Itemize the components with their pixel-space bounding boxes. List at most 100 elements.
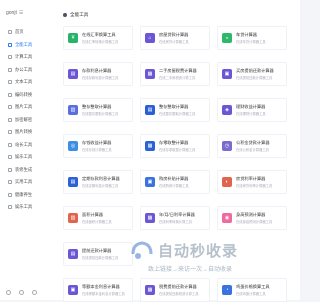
tool-title: 税费提前还款计算器 bbox=[159, 284, 197, 289]
tool-icon: ▤ bbox=[68, 69, 78, 79]
tool-icon: ◔ bbox=[222, 285, 232, 295]
tool-description: 在线整存整取计算器工具 bbox=[82, 112, 119, 116]
tool-description: 在线身高预测计算器工具 bbox=[236, 220, 273, 224]
sidebar-item-label: 装修生成 bbox=[15, 166, 33, 172]
tool-title: 存款利息计算器 bbox=[82, 68, 112, 73]
sidebar-item[interactable]: 办公工具 bbox=[0, 64, 50, 77]
logo[interactable]: gonjt ☰ bbox=[6, 10, 23, 16]
nav-icon bbox=[8, 180, 12, 185]
tool-description: 在线房贷利率计算器工具 bbox=[236, 184, 273, 188]
tool-title: 房贷利率计算器 bbox=[236, 176, 266, 181]
tool-card[interactable]: ◈ 理财收益计算器 在线理财计算器工具 bbox=[217, 98, 287, 122]
tool-description: 在线等额本金利息计算器工具 bbox=[82, 292, 125, 296]
sidebar-item-label: 图片工具 bbox=[15, 104, 33, 110]
sidebar-item[interactable]: 站长工具 bbox=[0, 139, 50, 152]
nav-icon bbox=[8, 42, 12, 47]
tool-icon: ▥ bbox=[68, 105, 78, 115]
tool-card[interactable]: ▤ 定期存款利息计算器 在线定期利息计算器工具 bbox=[63, 170, 133, 194]
watermark-subtitle: 致上链接→来访一次→自动收录 bbox=[148, 267, 233, 273]
tool-description: 在线提前还款税费计算工具 bbox=[159, 292, 199, 296]
sidebar-item-label: 健康养生 bbox=[15, 191, 33, 197]
tool-description: 在线公积金计算器工具 bbox=[236, 148, 269, 152]
tool-icon: ▣ bbox=[145, 177, 155, 187]
tool-card[interactable]: ▣ 等额本金利息计算器 在线等额本金利息计算器工具 bbox=[63, 278, 133, 302]
sidebar-item-label: 娱乐工具 bbox=[15, 154, 33, 160]
tool-card[interactable]: ▦ 税费提前还款计算器 在线提前还款税费计算工具 bbox=[140, 278, 210, 302]
tool-card[interactable]: ◐ 房贷利率计算器 在线房贷利率计算器工具 bbox=[217, 170, 287, 194]
tool-title: 定期存款利息计算器 bbox=[82, 176, 120, 181]
nav-icon bbox=[8, 155, 12, 160]
tool-card[interactable]: ◎ 存钱收益计算器 在线存钱计算器工具 bbox=[63, 134, 133, 158]
tool-title: 买房提前还款计算器 bbox=[236, 68, 274, 73]
watermark-title: 自动秒收录 bbox=[158, 243, 239, 260]
tool-title: 整存整取计算器 bbox=[159, 104, 189, 109]
nav-icon bbox=[8, 205, 12, 210]
tool-icon: ¥ bbox=[68, 33, 78, 43]
sidebar-item[interactable]: 首页 bbox=[0, 26, 50, 39]
sidebar-footer bbox=[6, 290, 37, 295]
tool-icon: ▦ bbox=[145, 285, 155, 295]
sidebar-item-label: 计算工具 bbox=[15, 54, 33, 60]
sidebar-item[interactable]: 娱乐工具 bbox=[0, 151, 50, 164]
sidebar-item-label: 站长工具 bbox=[15, 141, 33, 147]
watermark: 自动秒收录 致上链接→来访一次→自动收录 bbox=[130, 240, 290, 280]
tool-description: 在线车贷计算器工具 bbox=[236, 40, 266, 44]
tool-title: 公积金贷款计算器 bbox=[236, 140, 270, 145]
nav-icon bbox=[8, 192, 12, 197]
sidebar-item-label: 办公工具 bbox=[15, 66, 33, 72]
sidebar-item[interactable]: 文本工具 bbox=[0, 76, 50, 89]
tool-card[interactable]: ▦ 存零取整计算器 在线存零取整计算器工具 bbox=[140, 134, 210, 158]
tool-card[interactable]: ▤ 整存整取计算器 在线整存整取计算器工具 bbox=[140, 98, 210, 122]
tool-icon: ▦ bbox=[145, 69, 155, 79]
sidebar-item-label: 实用工具 bbox=[15, 179, 33, 185]
tool-card[interactable]: ▤ 提前还款计算器 在线提前还款计算器工具 bbox=[63, 242, 133, 266]
tool-icon: ▣ bbox=[68, 285, 78, 295]
sidebar-item[interactable]: 全能工具 bbox=[0, 39, 50, 52]
tool-title: 鸡蛋价格换算工具 bbox=[236, 284, 270, 289]
sidebar-item[interactable]: 健康养生 bbox=[0, 189, 50, 202]
sidebar-item-label: 首页 bbox=[15, 29, 24, 35]
tool-title: 房屋贷款计算器 bbox=[159, 32, 189, 37]
tool-card[interactable]: ◔ 鸡蛋价格换算工具 在线鸡蛋计算器工具 bbox=[217, 278, 287, 302]
tool-title: 提前还款计算器 bbox=[82, 248, 112, 253]
tool-card[interactable]: ◒ 车贷计算器 在线车贷计算器工具 bbox=[217, 26, 287, 50]
tool-card[interactable]: ▥ 整存整取计算器 在线整存整取计算器工具 bbox=[63, 98, 133, 122]
sidebar-item[interactable]: 计算工具 bbox=[0, 51, 50, 64]
tool-card[interactable]: ⌂ 房屋贷款计算器 在线房贷计算器工具 bbox=[140, 26, 210, 50]
theme-icon[interactable] bbox=[19, 290, 24, 295]
sidebar-item[interactable]: 图片工具 bbox=[0, 101, 50, 114]
settings-icon[interactable] bbox=[6, 290, 11, 295]
tool-icon: ◉ bbox=[222, 213, 232, 223]
sidebar-item[interactable]: 娱乐工具 bbox=[0, 201, 50, 214]
tool-card[interactable]: ¥ 在线汇率换算工具 在线汇率转换计算器工具 bbox=[63, 26, 133, 50]
tool-description: 在线提前还款计算器工具 bbox=[236, 76, 273, 80]
sidebar: gonjt ☰ 首页全能工具计算工具办公工具文本工具编码转换图片工具加密解密 图片… bbox=[0, 0, 51, 300]
tool-card[interactable]: ▥ 面积计算器 在线面积计算器工具 bbox=[63, 206, 133, 230]
tool-icon: ◷ bbox=[222, 141, 232, 151]
sidebar-item[interactable]: 编码转换 bbox=[0, 89, 50, 102]
sidebar-item-label: 编码转换 bbox=[15, 91, 33, 97]
nav-icon bbox=[8, 55, 12, 60]
tool-icon: ▦ bbox=[145, 213, 155, 223]
menu-icon[interactable]: ☰ bbox=[19, 10, 23, 16]
tool-card[interactable]: ▦ 二手房屋税费计算器 在线二手房税费计算工具 bbox=[140, 62, 210, 86]
tool-card[interactable]: ◷ 公积金贷款计算器 在线公积金计算器工具 bbox=[217, 134, 287, 158]
tool-card[interactable]: ▦ 年/月/日利率计算器 在线利率转换计算工具 bbox=[140, 206, 210, 230]
tool-title: 购房补贴计算器 bbox=[159, 176, 189, 181]
tool-card[interactable]: ▣ 购房补贴计算器 在线购房计算器工具 bbox=[140, 170, 210, 194]
tool-icon: ▤ bbox=[145, 105, 155, 115]
tool-card[interactable]: ▤ 存款利息计算器 在线存款利息计算器工具 bbox=[63, 62, 133, 86]
sidebar-item[interactable]: 加密解密 bbox=[0, 114, 50, 127]
sidebar-nav: 首页全能工具计算工具办公工具文本工具编码转换图片工具加密解密 图片转换站长工具娱乐… bbox=[0, 26, 50, 214]
user-icon[interactable] bbox=[32, 290, 37, 295]
tool-description: 在线鸡蛋计算器工具 bbox=[236, 292, 266, 296]
section-title: 全能工具 bbox=[70, 12, 89, 17]
tool-card[interactable]: ▣ 买房提前还款计算器 在线提前还款计算器工具 bbox=[217, 62, 287, 86]
tool-icon: ◒ bbox=[222, 33, 232, 43]
tool-description: 在线理财计算器工具 bbox=[236, 112, 266, 116]
tool-card[interactable]: ◉ 身高预测计算器 在线身高预测计算器工具 bbox=[217, 206, 287, 230]
tool-description: 在线存零取整计算器工具 bbox=[159, 148, 196, 152]
sidebar-item[interactable]: 实用工具 bbox=[0, 176, 50, 189]
sidebar-item[interactable]: 装修生成 bbox=[0, 164, 50, 177]
sidebar-item[interactable]: 图片转换 bbox=[0, 126, 50, 139]
